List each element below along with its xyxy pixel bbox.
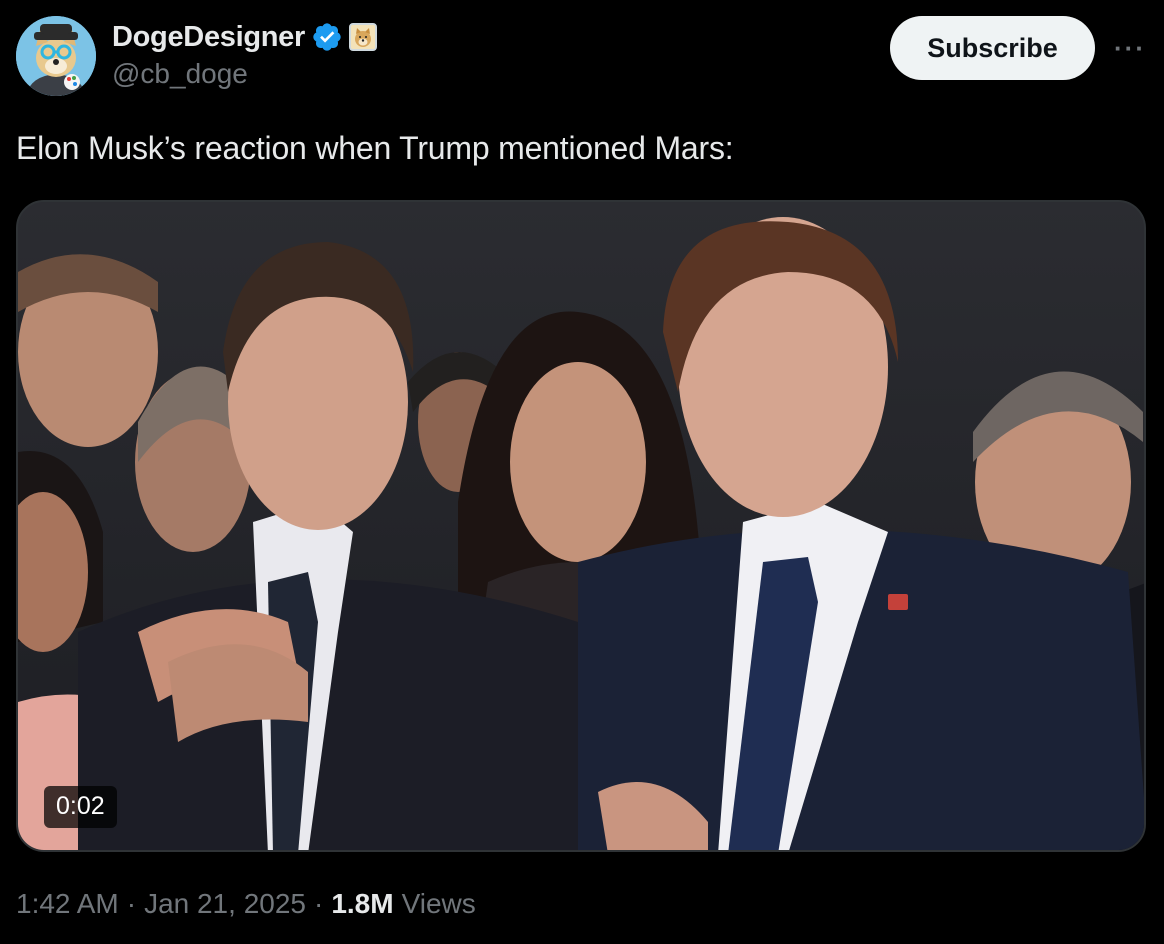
tweet-meta: 1:42 AM · Jan 21, 2025 · 1.8M Views bbox=[16, 888, 476, 920]
views-label[interactable]: Views bbox=[402, 888, 476, 920]
author-name-row: DogeDesigner bbox=[112, 18, 377, 56]
tweet-time[interactable]: 1:42 AM bbox=[16, 888, 119, 920]
doge-affiliate-badge-icon[interactable] bbox=[349, 23, 377, 51]
views-count[interactable]: 1.8M bbox=[331, 888, 393, 920]
author-handle[interactable]: @cb_doge bbox=[112, 58, 248, 90]
more-options-icon[interactable]: ··· bbox=[1110, 30, 1150, 66]
tweet-date[interactable]: Jan 21, 2025 bbox=[144, 888, 306, 920]
subscribe-button[interactable]: Subscribe bbox=[890, 16, 1095, 80]
video-frame bbox=[18, 202, 1144, 850]
meta-separator: · bbox=[313, 888, 324, 919]
doge-avatar-icon bbox=[16, 16, 96, 96]
verified-badge-icon[interactable] bbox=[311, 21, 343, 53]
meta-separator: · bbox=[126, 888, 137, 919]
author-display-name[interactable]: DogeDesigner bbox=[112, 21, 305, 54]
tweet-text: Elon Musk’s reaction when Trump mentione… bbox=[16, 130, 734, 166]
author-avatar[interactable] bbox=[16, 16, 96, 96]
video-duration: 0:02 bbox=[44, 786, 117, 828]
video-player[interactable]: 0:02 bbox=[16, 200, 1146, 852]
